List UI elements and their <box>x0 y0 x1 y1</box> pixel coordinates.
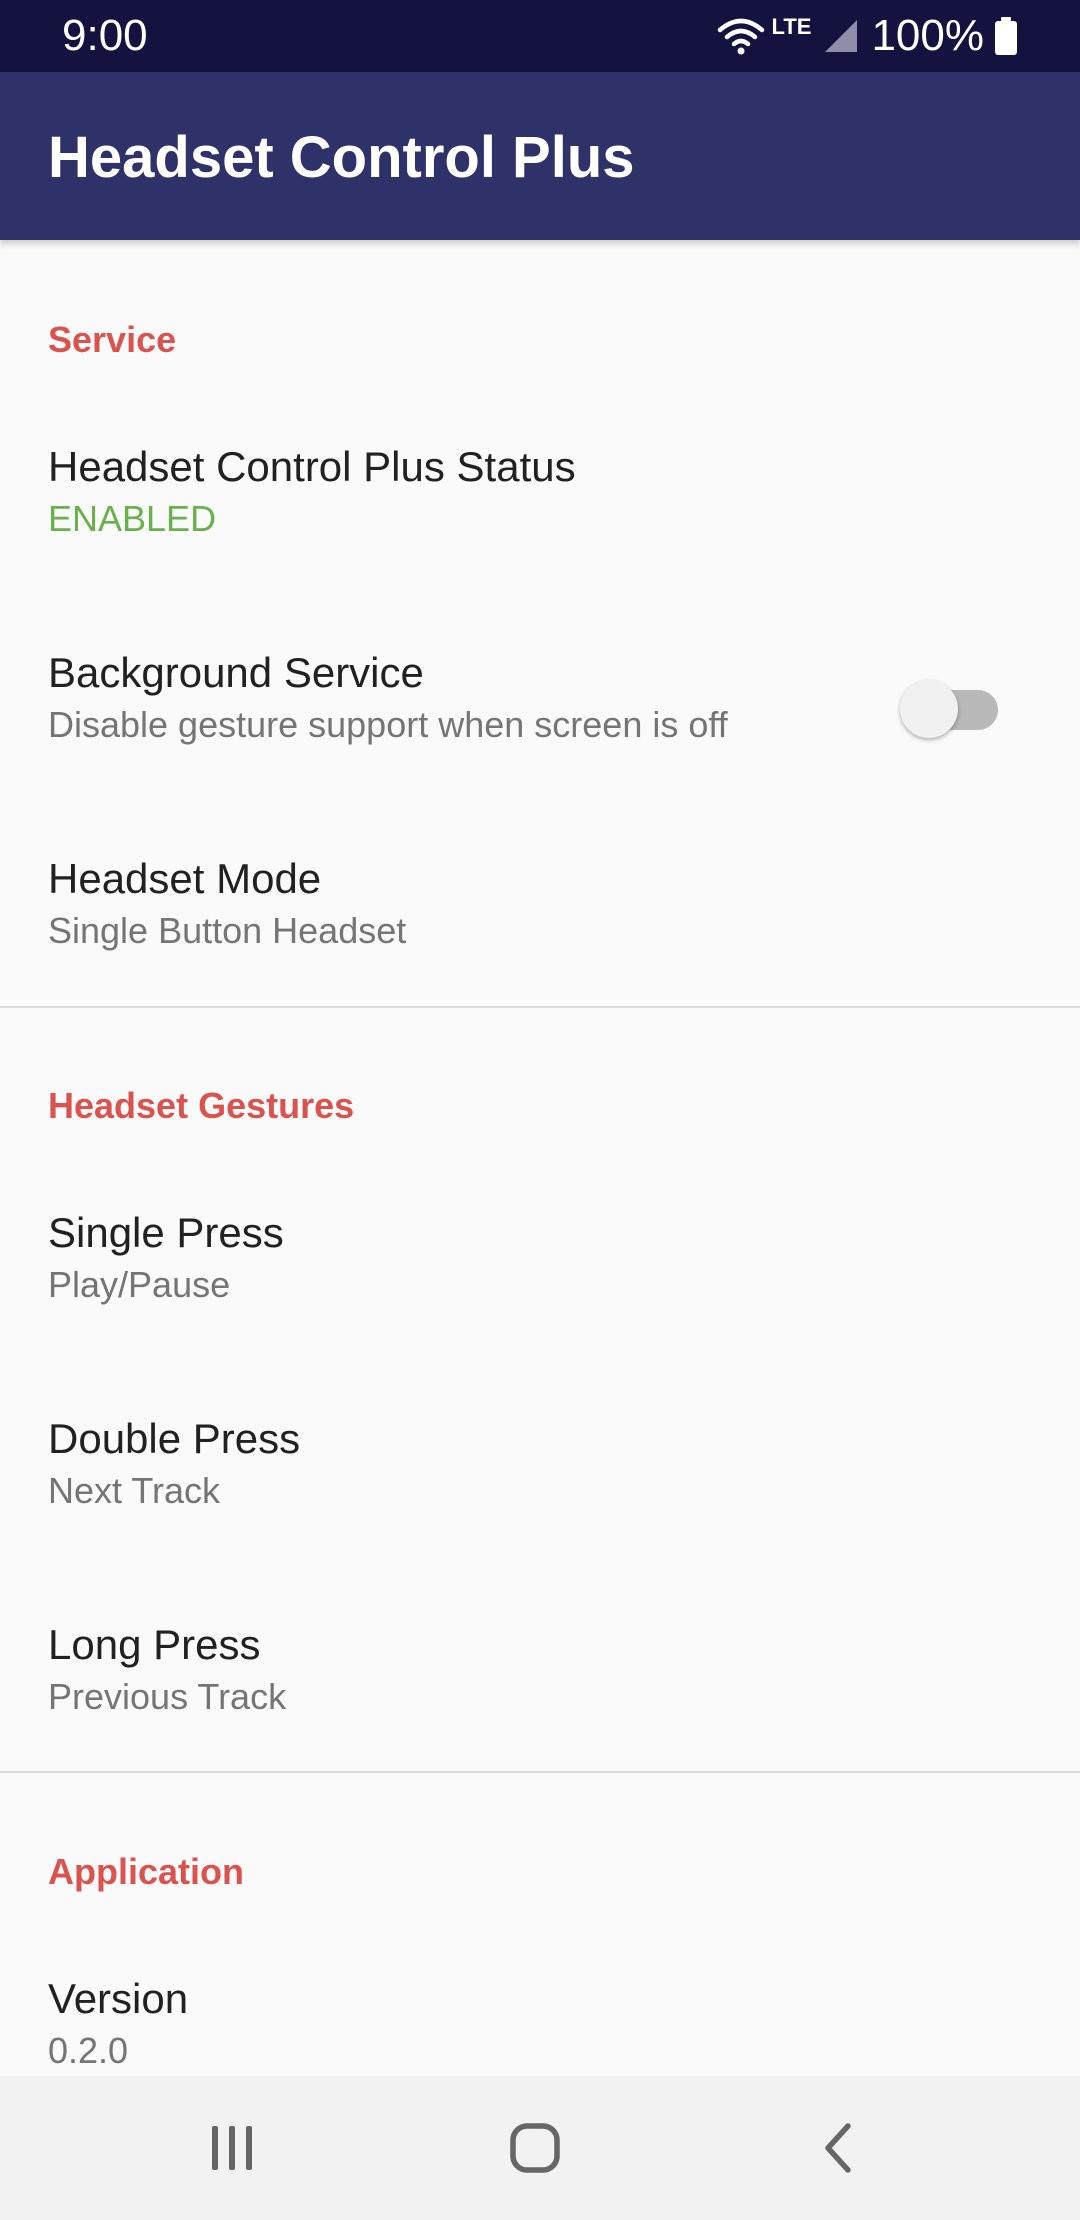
battery-percentage: 100% <box>871 11 984 60</box>
pref-headset-mode[interactable]: Headset Mode Single Button Headset <box>0 852 1080 1052</box>
section-divider <box>0 1006 1080 1008</box>
home-icon[interactable] <box>495 2112 575 2184</box>
section-header-service: Service <box>48 319 177 360</box>
pref-headset-mode-summary: Single Button Headset <box>48 910 407 951</box>
background-service-toggle[interactable] <box>900 674 1000 738</box>
recents-icon[interactable] <box>192 2112 272 2184</box>
pref-status-title: Headset Control Plus Status <box>48 443 576 490</box>
network-type-label: LTE <box>771 14 812 39</box>
pref-background-service-title: Background Service <box>48 649 424 696</box>
status-indicators: LTE 100% <box>716 10 1018 62</box>
toggle-thumb <box>900 680 958 738</box>
section-header-application: Application <box>48 1851 244 1892</box>
pref-single-press[interactable]: Single Press Play/Pause <box>0 1206 1080 1406</box>
navigation-bar <box>0 2076 1080 2220</box>
pref-long-press[interactable]: Long Press Previous Track <box>0 1618 1080 1818</box>
signal-icon <box>825 20 858 52</box>
pref-background-service-summary: Disable gesture support when screen is o… <box>48 704 728 745</box>
pref-long-press-title: Long Press <box>48 1621 261 1668</box>
settings-screen: 9:00 LTE 100% Headset Control Plus Servi… <box>0 0 1080 2220</box>
app-bar: Headset Control Plus <box>0 72 1080 240</box>
pref-double-press-summary: Next Track <box>48 1470 221 1511</box>
back-icon[interactable] <box>800 2112 880 2184</box>
battery-icon <box>995 17 1017 55</box>
pref-headset-mode-title: Headset Mode <box>48 855 322 902</box>
status-bar: 9:00 LTE 100% <box>0 0 1080 72</box>
pref-double-press[interactable]: Double Press Next Track <box>0 1412 1080 1612</box>
status-time: 9:00 <box>62 11 148 60</box>
app-title: Headset Control Plus <box>48 125 635 190</box>
pref-long-press-summary: Previous Track <box>48 1676 287 1717</box>
pref-single-press-title: Single Press <box>48 1209 284 1256</box>
pref-version-title: Version <box>48 1975 189 2022</box>
wifi-icon <box>717 18 764 55</box>
pref-status[interactable]: Headset Control Plus Status ENABLED <box>0 440 1080 640</box>
pref-status-summary: ENABLED <box>48 498 217 539</box>
pref-background-service[interactable]: Background Service Disable gesture suppo… <box>0 646 1080 846</box>
pref-version-summary: 0.2.0 <box>48 2030 129 2071</box>
pref-double-press-title: Double Press <box>48 1415 301 1462</box>
section-header-gestures: Headset Gestures <box>48 1085 355 1126</box>
pref-single-press-summary: Play/Pause <box>48 1264 231 1305</box>
section-divider <box>0 1771 1080 1773</box>
